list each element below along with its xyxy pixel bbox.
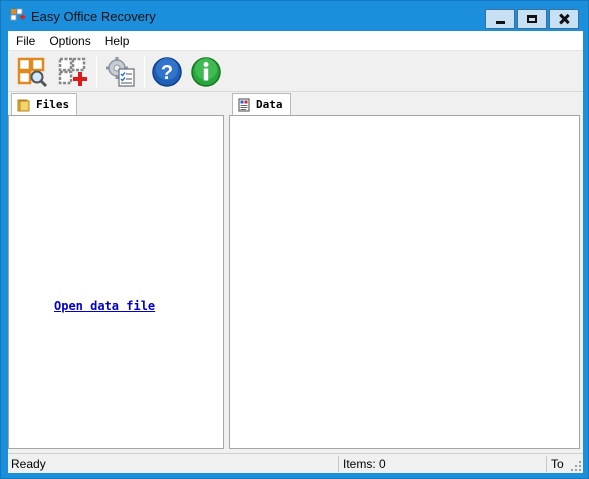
open-recover-icon — [17, 57, 48, 88]
tab-files-label: Files — [36, 98, 70, 111]
add-file-button[interactable] — [56, 55, 90, 89]
folder-icon — [17, 99, 30, 111]
window-title: Easy Office Recovery — [31, 9, 156, 24]
minimize-icon — [495, 20, 505, 24]
status-divider — [546, 456, 547, 472]
minimize-button[interactable] — [485, 9, 515, 29]
toolbar-separator — [96, 56, 97, 88]
menu-help[interactable]: Help — [98, 31, 137, 51]
info-icon — [191, 57, 221, 87]
status-to: To — [551, 457, 564, 471]
menu-file[interactable]: File — [8, 31, 42, 51]
toolbar-separator — [144, 56, 145, 88]
toolbar: ? — [8, 52, 583, 92]
tab-data-label: Data — [256, 98, 283, 111]
tab-data[interactable]: Data — [232, 93, 291, 115]
about-button[interactable] — [189, 55, 223, 89]
help-button[interactable]: ? — [150, 55, 184, 89]
tab-files[interactable]: Files — [11, 93, 77, 115]
add-file-icon — [58, 57, 87, 86]
open-data-file-link[interactable]: Open data file — [54, 299, 155, 313]
client-area: File Options Help ? Files Open data file… — [8, 31, 583, 473]
pane-area: Files Open data file Data — [8, 93, 583, 450]
data-pane — [229, 115, 580, 449]
menu-options[interactable]: Options — [42, 31, 97, 51]
close-button[interactable] — [549, 9, 579, 29]
help-icon: ? — [152, 57, 182, 87]
app-logo-icon — [10, 8, 25, 21]
document-icon — [238, 98, 250, 111]
status-bar: Ready Items: 0 To — [8, 453, 583, 473]
status-divider — [338, 456, 339, 472]
open-recover-button[interactable] — [15, 55, 49, 89]
svg-text:?: ? — [161, 62, 173, 84]
status-text: Ready — [11, 457, 46, 471]
app-window: Easy Office Recovery File Options Help ?… — [0, 0, 589, 479]
status-items-count: Items: 0 — [343, 457, 386, 471]
resize-grip-icon[interactable] — [571, 461, 581, 471]
settings-checklist-icon — [106, 57, 135, 87]
maximize-icon — [527, 15, 537, 23]
settings-button[interactable] — [104, 55, 138, 89]
title-bar[interactable]: Easy Office Recovery — [1, 1, 588, 31]
close-icon — [559, 14, 569, 24]
maximize-button[interactable] — [517, 9, 547, 29]
files-pane: Open data file — [8, 115, 224, 449]
menu-bar: File Options Help — [8, 31, 583, 51]
